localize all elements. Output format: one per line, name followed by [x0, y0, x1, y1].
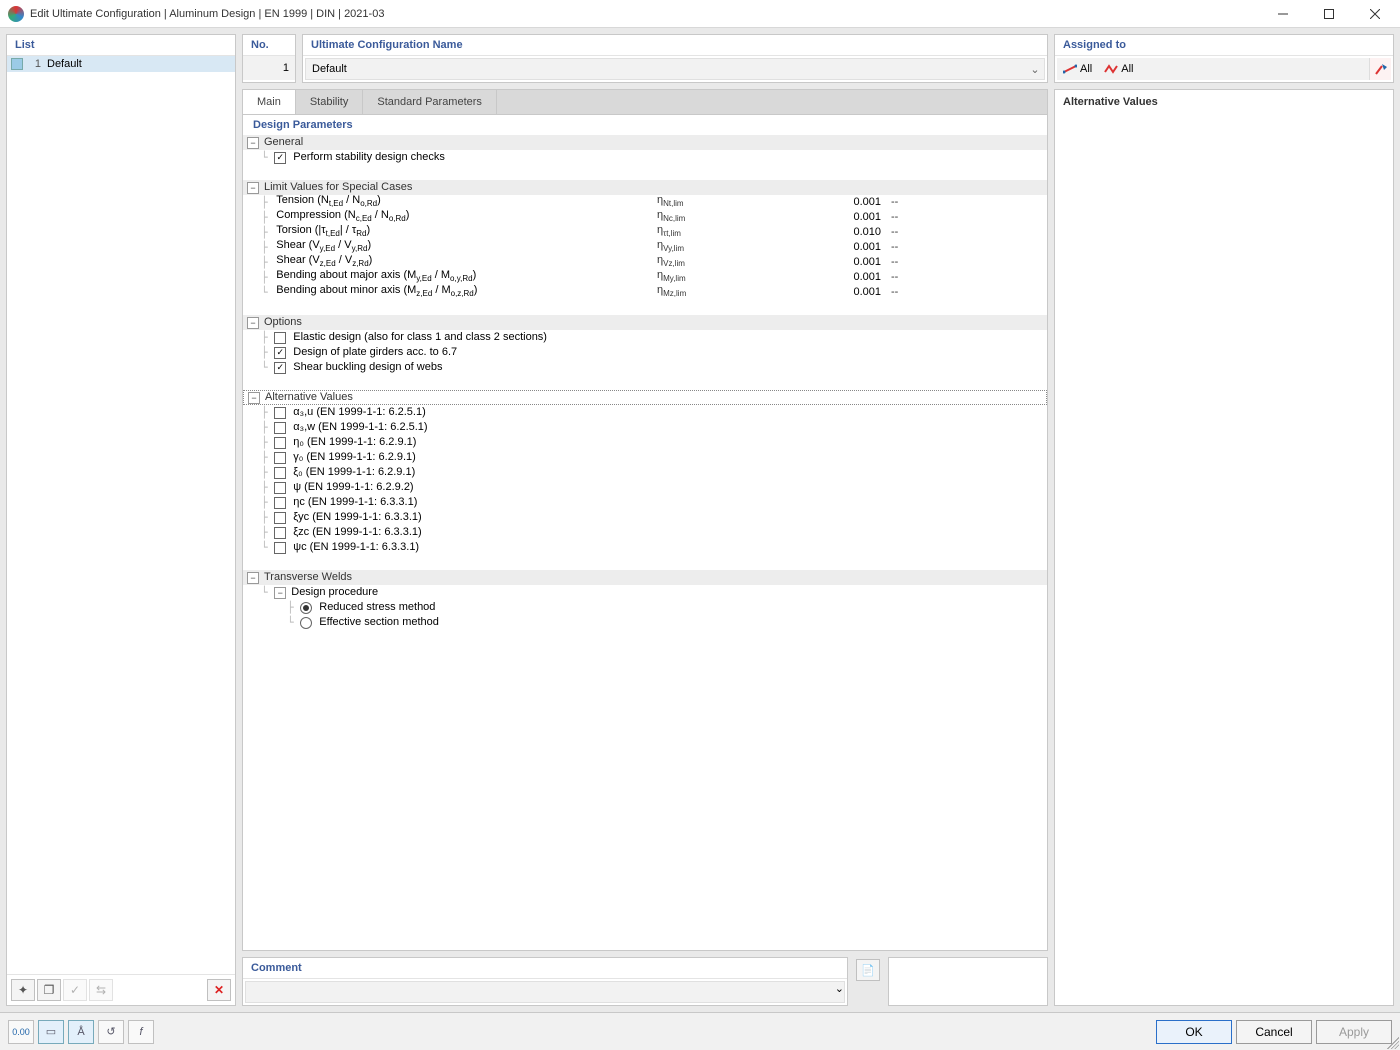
center-column: No. 1 Ultimate Configuration Name Defaul… — [242, 34, 1048, 1006]
alt-checkbox[interactable] — [274, 512, 286, 524]
assigned-row[interactable]: All All — [1057, 58, 1391, 80]
right-column: Assigned to All All Alternative Values — [1054, 34, 1394, 1006]
alternative-values-panel: Alternative Values — [1054, 89, 1394, 1006]
number-header: No. — [243, 35, 295, 56]
collapse-toggle-icon[interactable]: − — [248, 392, 260, 404]
apply-button[interactable]: Apply — [1316, 1020, 1392, 1044]
list-item[interactable]: 1 Default — [7, 56, 235, 72]
tab-standard-parameters[interactable]: Standard Parameters — [363, 90, 497, 114]
chevron-down-icon: ⌄ — [1026, 59, 1044, 79]
group-general: General — [262, 135, 1047, 150]
list-item-name: Default — [47, 58, 82, 70]
alt-checkbox[interactable] — [274, 422, 286, 434]
ok-button[interactable]: OK — [1156, 1020, 1232, 1044]
radio-reduced[interactable] — [300, 602, 312, 614]
view-button-1[interactable]: ▭ — [38, 1020, 64, 1044]
tab-strip: Main Stability Standard Parameters — [242, 89, 1048, 114]
alt-checkbox[interactable] — [274, 437, 286, 449]
radio-effective[interactable] — [300, 617, 312, 629]
toolbar-button-4[interactable]: ⇆ — [89, 979, 113, 1001]
alt-checkbox[interactable] — [274, 467, 286, 479]
assign-picker-button[interactable] — [1369, 58, 1391, 80]
parameters-grid: −General└ ✓Perform stability design chec… — [243, 135, 1047, 630]
collapse-toggle-icon[interactable]: − — [247, 182, 259, 194]
window-title: Edit Ultimate Configuration | Aluminum D… — [30, 8, 1260, 20]
new-button[interactable]: ✦ — [11, 979, 35, 1001]
group-alt: Alternative Values — [263, 390, 1046, 405]
option-checkbox[interactable] — [274, 332, 286, 344]
alt-checkbox[interactable] — [274, 407, 286, 419]
resize-grip[interactable] — [1387, 1037, 1399, 1049]
collapse-toggle-icon[interactable]: − — [247, 137, 259, 149]
comment-header: Comment — [243, 958, 847, 979]
alt-checkbox[interactable] — [274, 497, 286, 509]
view-button-2[interactable]: Å — [68, 1020, 94, 1044]
app-icon — [8, 6, 24, 22]
close-button[interactable] — [1352, 0, 1398, 28]
limit-row: Bending about minor axis (Mz,Ed / Mo,z,R… — [274, 283, 657, 301]
minimize-button[interactable] — [1260, 0, 1306, 28]
number-value: 1 — [243, 56, 295, 80]
assigned-tag-1: All — [1057, 60, 1098, 78]
assigned-tag-2: All — [1098, 60, 1139, 78]
parameters-header: Design Parameters — [243, 115, 1047, 135]
name-header: Ultimate Configuration Name — [303, 35, 1047, 56]
assigned-panel: Assigned to All All — [1054, 34, 1394, 83]
stability-checkbox[interactable]: ✓ — [274, 152, 286, 164]
alt-checkbox[interactable] — [274, 542, 286, 554]
units-button[interactable]: 0.00 — [8, 1020, 34, 1044]
number-panel: No. 1 — [242, 34, 296, 83]
group-options: Options — [262, 315, 1047, 330]
collapse-toggle-icon[interactable]: − — [274, 587, 286, 599]
duplicate-button[interactable]: ❐ — [37, 979, 61, 1001]
collapse-toggle-icon[interactable]: − — [247, 317, 259, 329]
name-select[interactable]: Default ⌄ — [305, 58, 1045, 80]
tab-stability[interactable]: Stability — [296, 90, 364, 114]
maximize-button[interactable] — [1306, 0, 1352, 28]
comment-input[interactable] — [246, 982, 835, 1002]
name-panel: Ultimate Configuration Name Default ⌄ — [302, 34, 1048, 83]
bottom-bar: 0.00 ▭ Å ↺ f OK Cancel Apply — [0, 1012, 1400, 1050]
picker-icon — [1374, 62, 1388, 76]
limit-value[interactable]: 0.001 — [787, 195, 887, 210]
alt-checkbox[interactable] — [274, 482, 286, 494]
comment-aux-panel — [888, 957, 1048, 1006]
collapse-toggle-icon[interactable]: − — [247, 572, 259, 584]
comment-panel: Comment ⌄ — [242, 957, 848, 1006]
limit-value[interactable]: 0.001 — [787, 285, 887, 300]
comment-library-button[interactable]: 📄 — [856, 959, 880, 981]
option-checkbox[interactable]: ✓ — [274, 347, 286, 359]
alt-checkbox[interactable] — [274, 527, 286, 539]
tab-main[interactable]: Main — [243, 90, 296, 114]
name-value: Default — [306, 59, 1026, 79]
alternative-values-header: Alternative Values — [1055, 90, 1393, 114]
function-button[interactable]: f — [128, 1020, 154, 1044]
parameters-panel: Design Parameters −General└ ✓Perform sta… — [242, 114, 1048, 951]
cancel-button[interactable]: Cancel — [1236, 1020, 1312, 1044]
member-icon — [1063, 64, 1077, 74]
delete-button[interactable]: ✕ — [207, 979, 231, 1001]
reset-button[interactable]: ↺ — [98, 1020, 124, 1044]
list-item-index: 1 — [27, 58, 41, 70]
assigned-header: Assigned to — [1055, 35, 1393, 56]
option-checkbox[interactable]: ✓ — [274, 362, 286, 374]
limit-value[interactable]: 0.001 — [787, 210, 887, 225]
chevron-down-icon[interactable]: ⌄ — [835, 982, 844, 1002]
limit-value[interactable]: 0.001 — [787, 255, 887, 270]
group-welds: Transverse Welds — [262, 570, 1047, 585]
list-header: List — [7, 35, 235, 56]
list-panel: List 1 Default ✦ ❐ ✓ ⇆ ✕ — [6, 34, 236, 1006]
toolbar-button-3[interactable]: ✓ — [63, 979, 87, 1001]
limit-value[interactable]: 0.001 — [787, 240, 887, 255]
limit-value[interactable]: 0.010 — [787, 225, 887, 240]
titlebar: Edit Ultimate Configuration | Aluminum D… — [0, 0, 1400, 28]
limit-value[interactable]: 0.001 — [787, 270, 887, 285]
list-toolbar: ✦ ❐ ✓ ⇆ ✕ — [7, 974, 235, 1005]
swatch-icon — [11, 58, 23, 70]
alt-checkbox[interactable] — [274, 452, 286, 464]
member-set-icon — [1104, 64, 1118, 74]
